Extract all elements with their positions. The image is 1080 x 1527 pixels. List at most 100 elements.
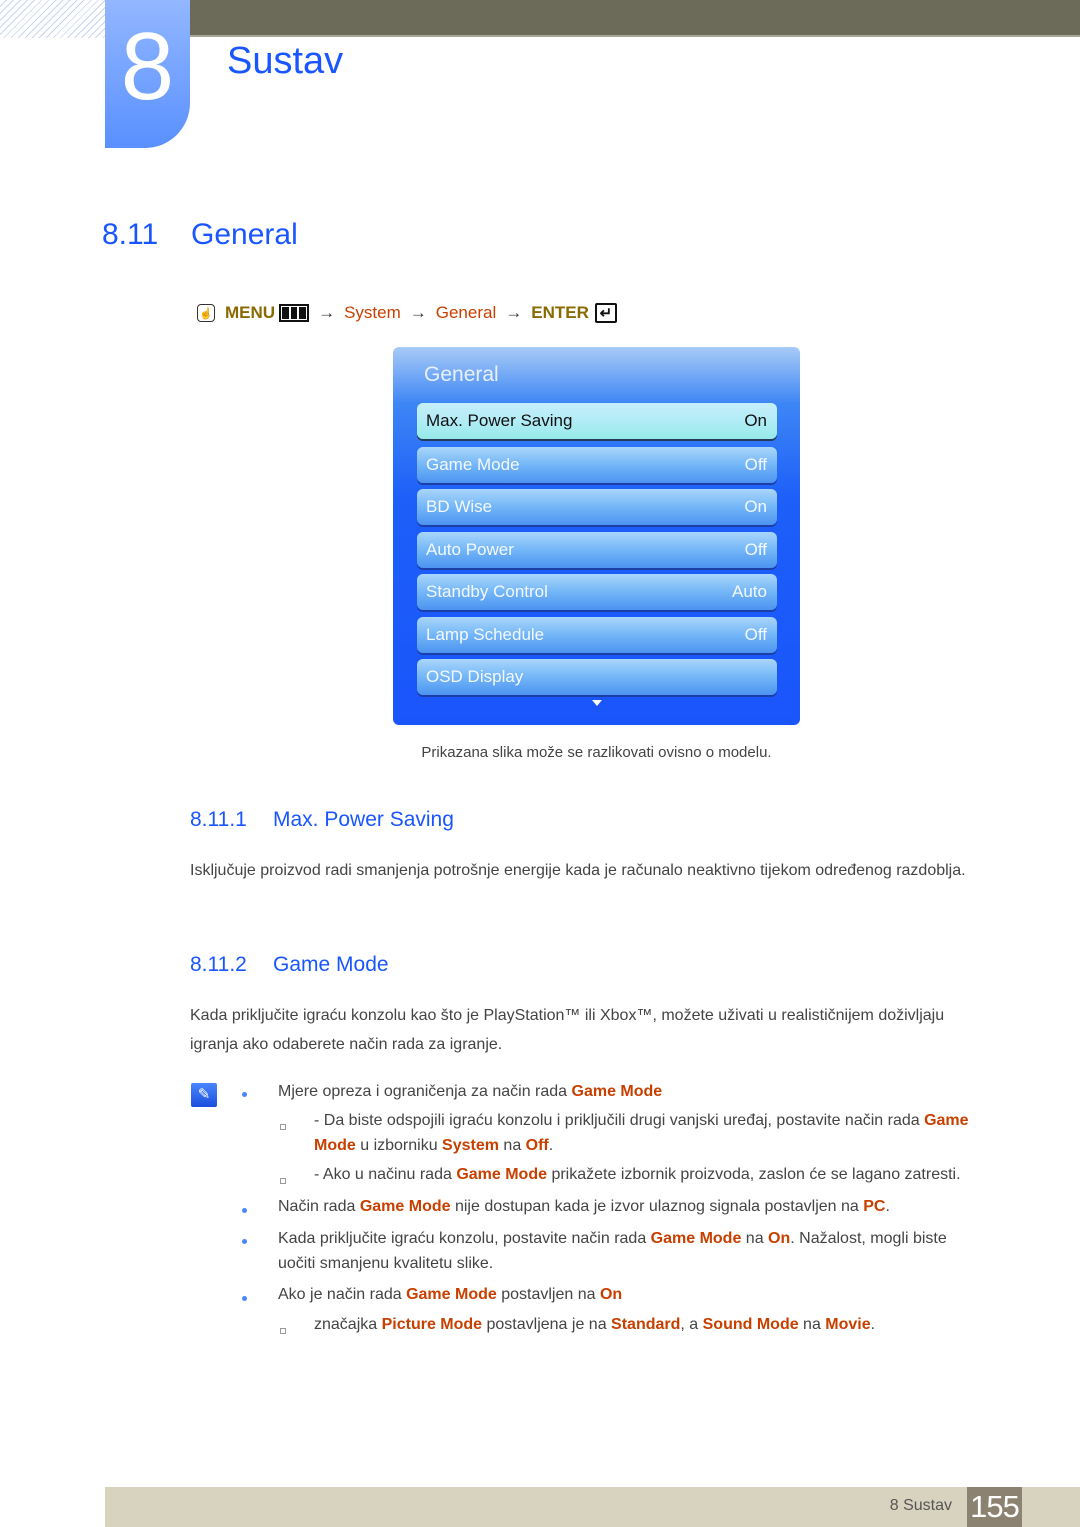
highlight-term: Picture Mode bbox=[381, 1316, 483, 1333]
enter-button-icon: ↵ bbox=[594, 303, 617, 323]
note-text: , a bbox=[680, 1316, 703, 1333]
highlight-term: Standard bbox=[611, 1316, 681, 1333]
subsection-name: Game Mode bbox=[273, 953, 389, 976]
highlight-term: On bbox=[599, 1286, 623, 1303]
osd-item-value: On bbox=[744, 411, 767, 430]
remote-hand-icon: ☝ bbox=[197, 304, 215, 322]
note-text: - Da biste odspojili igraću konzolu i pr… bbox=[314, 1112, 925, 1129]
osd-item-label: Game Mode bbox=[426, 455, 520, 474]
osd-item-value: Auto bbox=[732, 582, 767, 601]
note-text: na bbox=[498, 1137, 526, 1154]
osd-title: General bbox=[424, 363, 499, 386]
note-text: . bbox=[870, 1316, 876, 1333]
note-text: na bbox=[798, 1316, 826, 1333]
menu-button-icon bbox=[279, 304, 310, 322]
path-arrow: → bbox=[318, 303, 336, 322]
note-text: - Ako u načinu rada bbox=[314, 1166, 457, 1183]
section-name: General bbox=[191, 218, 298, 251]
highlight-term: Game Mode bbox=[456, 1166, 547, 1183]
header-hatch-decoration bbox=[0, 0, 105, 38]
note-text: prikažete izbornik proizvoda, zaslon će … bbox=[547, 1166, 961, 1183]
subsection-number: 8.11.1 bbox=[190, 808, 247, 831]
subsection-body-game-mode: Kada priključite igraću konzolu kao što … bbox=[190, 1007, 945, 1053]
highlight-term: Movie bbox=[825, 1316, 871, 1333]
highlight-term: System bbox=[442, 1137, 499, 1154]
osd-item-label: Auto Power bbox=[426, 540, 514, 559]
note-text: . bbox=[885, 1198, 890, 1215]
note-text: postavljen na bbox=[496, 1286, 600, 1303]
note-text: nije dostupan kada je izvor ulaznog sign… bbox=[450, 1198, 864, 1215]
header-bar bbox=[190, 0, 1080, 37]
highlight-term: Game Mode bbox=[359, 1198, 451, 1215]
osd-item-label: Standby Control bbox=[426, 582, 548, 601]
note-pencil-icon: ✎ bbox=[191, 1083, 217, 1107]
note-text: Mjere opreza i ograničenja za način rada bbox=[278, 1083, 572, 1100]
subsection-number: 8.11.2 bbox=[190, 953, 247, 976]
highlight-term: On bbox=[768, 1230, 791, 1247]
sub-bullet-icon bbox=[280, 1178, 286, 1184]
enter-label: ENTER bbox=[531, 303, 589, 322]
highlight-term: Off bbox=[525, 1137, 549, 1154]
note-text: . Nažalost, mogli biste bbox=[790, 1230, 947, 1247]
note-subitem: - Da biste odspojili igraću konzolu i pr… bbox=[314, 1108, 1004, 1158]
osd-item-game-mode[interactable]: Game Mode Off bbox=[417, 447, 777, 483]
note-text: uočiti smanjenu kvalitetu slike. bbox=[278, 1255, 494, 1272]
chapter-number: 8 bbox=[120, 13, 175, 120]
highlight-term: Game bbox=[924, 1112, 969, 1129]
path-step-system: System bbox=[344, 303, 401, 322]
scroll-down-arrow-icon[interactable] bbox=[592, 700, 602, 706]
note-subitem: značajka Picture Mode postavljena je na … bbox=[314, 1312, 875, 1337]
note-item: Kada priključite igraću konzolu, postavi… bbox=[278, 1226, 998, 1276]
note-text: Kada priključite igraću konzolu, postavi… bbox=[278, 1230, 651, 1247]
osd-item-bd-wise[interactable]: BD Wise On bbox=[417, 489, 777, 525]
path-step-general: General bbox=[435, 303, 497, 322]
bullet-icon bbox=[242, 1239, 247, 1244]
osd-item-value: Off bbox=[744, 625, 767, 644]
osd-item-osd-display[interactable]: OSD Display bbox=[417, 659, 777, 695]
osd-item-label: OSD Display bbox=[426, 667, 524, 686]
sub-bullet-icon bbox=[280, 1328, 286, 1334]
osd-item-standby-control[interactable]: Standby Control Auto bbox=[417, 574, 777, 610]
chapter-title: Sustav bbox=[227, 40, 344, 82]
menu-path: ☝ MENU → System → General → ENTER ↵ bbox=[197, 303, 617, 323]
highlight-term: Game Mode bbox=[571, 1083, 663, 1100]
note-text: postavljena je na bbox=[482, 1316, 612, 1333]
image-caption: Prikazana slika može se razlikovati ovis… bbox=[421, 744, 772, 761]
osd-item-value: Off bbox=[744, 540, 767, 559]
menu-label: MENU bbox=[225, 303, 276, 322]
highlight-term: Sound Mode bbox=[702, 1316, 799, 1333]
osd-item-label: Lamp Schedule bbox=[426, 625, 545, 644]
bullet-icon bbox=[242, 1208, 247, 1213]
osd-item-label: Max. Power Saving bbox=[426, 411, 573, 430]
osd-item-max-power-saving[interactable]: Max. Power Saving On bbox=[417, 403, 777, 439]
chapter-number-badge: 8 bbox=[105, 0, 190, 148]
note-text: u izborniku bbox=[355, 1137, 443, 1154]
footer-chapter-label: 8 Sustav bbox=[889, 1497, 952, 1514]
note-text: značajka bbox=[314, 1316, 382, 1333]
subsection-body-max-power-saving: Isključuje proizvod radi smanjenja potro… bbox=[190, 862, 966, 879]
osd-item-value: On bbox=[744, 497, 767, 516]
osd-item-value: Off bbox=[744, 455, 767, 474]
highlight-term: Game Mode bbox=[406, 1286, 497, 1303]
note-item: Ako je način rada Game Mode postavljen n… bbox=[278, 1282, 622, 1307]
note-text: na bbox=[741, 1230, 769, 1247]
note-text: Način rada bbox=[278, 1198, 360, 1215]
bullet-icon bbox=[242, 1092, 247, 1097]
bullet-icon bbox=[242, 1296, 247, 1301]
note-subitem: - Ako u načinu rada Game Mode prikažete … bbox=[314, 1162, 1014, 1187]
section-title: 8.11 General bbox=[102, 218, 298, 252]
note-text: . bbox=[548, 1137, 554, 1154]
path-arrow: → bbox=[409, 303, 427, 322]
osd-item-auto-power[interactable]: Auto Power Off bbox=[417, 532, 777, 568]
page-footer: 8 Sustav 155 bbox=[105, 1487, 1080, 1527]
page-number: 155 bbox=[967, 1487, 1022, 1527]
note-item: Mjere opreza i ograničenja za način rada… bbox=[278, 1079, 662, 1104]
section-number: 8.11 bbox=[102, 218, 159, 251]
note-item: Način rada Game Mode nije dostupan kada … bbox=[278, 1194, 998, 1219]
highlight-term: Game Mode bbox=[650, 1230, 742, 1247]
highlight-term: PC bbox=[863, 1198, 886, 1215]
osd-item-lamp-schedule[interactable]: Lamp Schedule Off bbox=[417, 617, 777, 653]
subsection-title-game-mode: 8.11.2 Game Mode bbox=[190, 953, 389, 977]
highlight-term: Mode bbox=[314, 1137, 356, 1154]
path-arrow: → bbox=[505, 303, 523, 322]
